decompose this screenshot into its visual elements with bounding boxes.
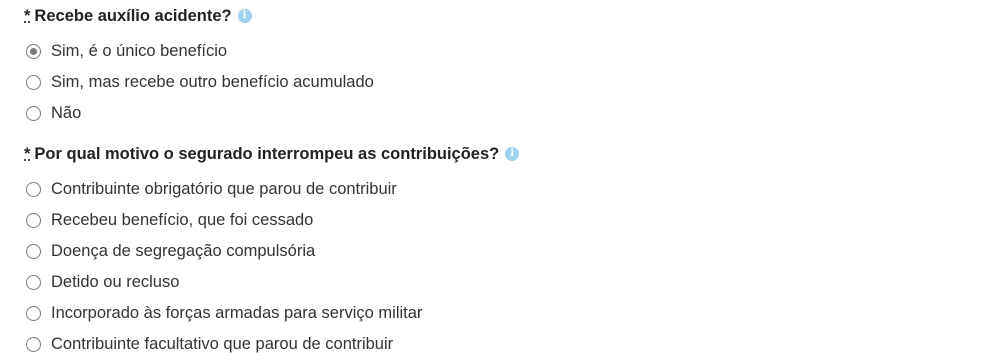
radio-option-label: Incorporado às forças armadas para servi…	[51, 304, 423, 322]
radio-option[interactable]: Sim, mas recebe outro benefício acumulad…	[24, 67, 374, 98]
question-auxilio-acidente: * Recebe auxílio acidente? i Sim, é o ún…	[24, 5, 374, 129]
radio-dot	[30, 48, 37, 55]
radio-group: Sim, é o único benefício Sim, mas recebe…	[24, 36, 374, 129]
radio-option[interactable]: Contribuinte facultativo que parou de co…	[24, 329, 519, 360]
radio-option[interactable]: Contribuinte obrigatório que parou de co…	[24, 174, 519, 205]
radio-option-label: Sim, é o único benefício	[51, 42, 228, 60]
info-icon[interactable]: i	[505, 147, 520, 161]
radio-button[interactable]	[26, 106, 41, 121]
question-label: * Recebe auxílio acidente? i	[24, 5, 374, 27]
radio-option-label: Não	[51, 104, 82, 122]
radio-option[interactable]: Incorporado às forças armadas para servi…	[24, 298, 519, 329]
radio-option-label: Doença de segregação compulsória	[51, 242, 316, 260]
info-icon[interactable]: i	[237, 9, 252, 23]
radio-group: Contribuinte obrigatório que parou de co…	[24, 174, 519, 360]
required-marker: *	[24, 6, 31, 25]
radio-option[interactable]: Recebeu benefício, que foi cessado	[24, 205, 519, 236]
radio-button[interactable]	[26, 75, 41, 90]
question-motivo-interrupcao: * Por qual motivo o segurado interrompeu…	[24, 143, 520, 360]
radio-option[interactable]: Sim, é o único benefício	[24, 36, 374, 67]
radio-option-label: Contribuinte facultativo que parou de co…	[51, 335, 394, 353]
radio-button[interactable]	[26, 213, 41, 228]
required-marker: *	[24, 144, 31, 163]
radio-button[interactable]	[26, 182, 41, 197]
radio-button[interactable]	[26, 275, 41, 290]
radio-option-label: Sim, mas recebe outro benefício acumulad…	[51, 73, 374, 91]
radio-option[interactable]: Detido ou recluso	[24, 267, 519, 298]
radio-option-label: Recebeu benefício, que foi cessado	[51, 211, 314, 229]
radio-option[interactable]: Não	[24, 98, 374, 129]
question-label: * Por qual motivo o segurado interrompeu…	[24, 143, 520, 165]
radio-button[interactable]	[26, 337, 41, 352]
question-text: Recebe auxílio acidente?	[34, 6, 232, 25]
radio-option-label: Contribuinte obrigatório que parou de co…	[51, 180, 397, 198]
radio-option[interactable]: Doença de segregação compulsória	[24, 236, 519, 267]
question-text: Por qual motivo o segurado interrompeu a…	[34, 144, 500, 163]
radio-button[interactable]	[26, 244, 41, 259]
radio-option-label: Detido ou recluso	[51, 273, 180, 291]
radio-button[interactable]	[26, 306, 41, 321]
radio-button-selected[interactable]	[26, 44, 41, 59]
